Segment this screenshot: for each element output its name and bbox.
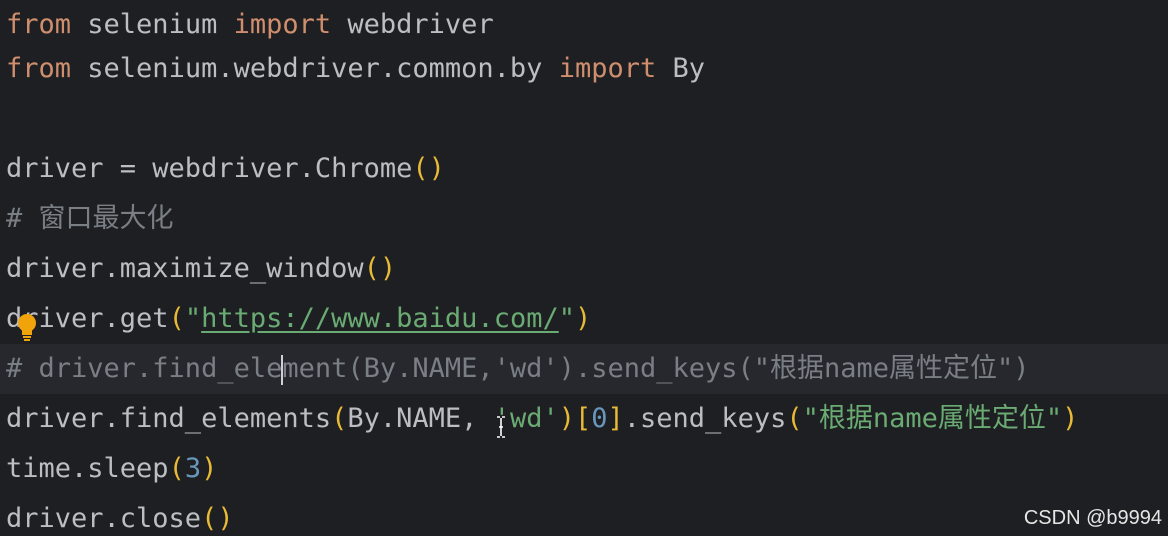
paren-open-2: ( xyxy=(786,403,803,434)
string-quote-close: " xyxy=(558,303,575,334)
string-quote-open: " xyxy=(184,303,202,334)
code-line-7[interactable]: driver.get("https://www.baidu.com/") xyxy=(6,294,1168,344)
paren-close: ) xyxy=(201,453,218,484)
watermark: CSDN @b9994 xyxy=(1023,507,1162,529)
bracket-open: [ xyxy=(574,403,592,434)
paren-close: ) xyxy=(428,153,445,184)
assignment: driver = webdriver.Chrome xyxy=(6,153,413,184)
paren-open: ( xyxy=(363,253,380,284)
method-send-keys: .send_keys xyxy=(623,403,787,434)
code-line-9[interactable]: driver.find_elements(By.NAME, 'wd')[0].s… xyxy=(6,394,1168,444)
module-name: selenium.webdriver.common.by xyxy=(71,53,559,84)
arg-by-name: By.NAME xyxy=(347,403,462,434)
arg-string: "根据name属性定位" xyxy=(802,403,1063,434)
keyword-import: import xyxy=(558,53,657,84)
code-line-4[interactable]: driver = webdriver.Chrome() xyxy=(6,144,1168,194)
paren-close: ) xyxy=(574,303,592,334)
paren-open: ( xyxy=(168,453,185,484)
paren-open: ( xyxy=(412,153,429,184)
paren-close: ) xyxy=(217,503,234,534)
code-line-6[interactable]: driver.maximize_window() xyxy=(6,244,1168,294)
comment-part-b: ment(By.NAME,'wd').send_keys("根据name属性定位… xyxy=(282,353,1030,384)
paren-close: ) xyxy=(379,253,397,284)
code-line-8-current[interactable]: # driver.find_element(By.NAME,'wd').send… xyxy=(0,344,1168,394)
call: driver.find_elements xyxy=(6,403,332,434)
code-line-10[interactable]: time.sleep(3) xyxy=(6,444,1168,494)
call: time.sleep xyxy=(6,453,169,484)
text-cursor-icon xyxy=(497,416,505,438)
paren-close-2: ) xyxy=(1062,403,1079,434)
paren-open: ( xyxy=(201,503,218,534)
bracket-close: ] xyxy=(607,403,624,434)
paren-open: ( xyxy=(168,303,185,334)
code-editor[interactable]: from selenium import webdriver from sele… xyxy=(0,0,1168,536)
url-link[interactable]: https://www.baidu.com/ xyxy=(201,303,559,334)
comment-part-a: # driver.find_ele xyxy=(6,353,283,384)
import-name: webdriver xyxy=(331,9,494,40)
paren-close: ) xyxy=(558,403,575,434)
import-name: By xyxy=(656,53,706,84)
lightbulb-icon[interactable] xyxy=(16,312,38,342)
keyword-from: from xyxy=(6,53,72,84)
index-number: 0 xyxy=(591,403,608,434)
call: driver.close xyxy=(6,503,202,534)
comma: , xyxy=(461,403,494,434)
code-line-5[interactable]: # 窗口最大化 xyxy=(6,194,1168,244)
number-literal: 3 xyxy=(184,453,202,484)
module-name: selenium xyxy=(71,9,234,40)
keyword-import: import xyxy=(233,9,332,40)
code-line-2[interactable]: from selenium.webdriver.common.by import… xyxy=(6,44,1168,94)
code-line-11[interactable]: driver.close() xyxy=(6,494,1168,536)
paren-open: ( xyxy=(331,403,348,434)
code-line-1[interactable]: from selenium import webdriver xyxy=(6,0,1168,50)
keyword-from: from xyxy=(6,9,72,40)
comment: # 窗口最大化 xyxy=(6,203,174,234)
call: driver.maximize_window xyxy=(6,253,364,284)
